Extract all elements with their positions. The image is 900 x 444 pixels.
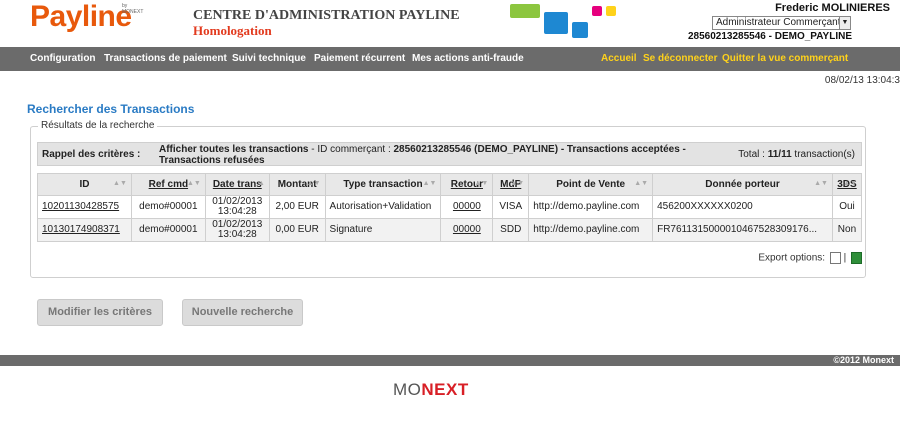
- modify-criteria-button[interactable]: Modifier les critères: [37, 299, 163, 326]
- nav-item-paiement-recurrent[interactable]: Paiement récurrent: [314, 53, 405, 64]
- cell-date-trans: 01/02/2013 13:04:28: [204, 195, 270, 219]
- role-select[interactable]: Administrateur Commerçant ▼: [712, 16, 851, 30]
- export-excel-icon[interactable]: [851, 252, 862, 264]
- col-date-trans[interactable]: Date trans ▲: [204, 173, 270, 196]
- nav-item-anti-fraude[interactable]: Mes actions anti-fraude: [412, 53, 524, 64]
- logo-sup: by MONEXT: [122, 3, 144, 15]
- cell-ref-cmd: demo#00001: [130, 195, 206, 219]
- criteria-label: Rappel des critères :: [42, 149, 141, 160]
- export-csv-icon[interactable]: [829, 252, 841, 264]
- col-retour[interactable]: Retour ▲▼: [440, 173, 494, 196]
- transaction-id-link[interactable]: 10130174908371: [37, 218, 132, 242]
- cell-3ds: Non: [831, 218, 863, 242]
- results-total: Total : 11/11 transaction(s): [738, 149, 855, 160]
- return-code-link[interactable]: 00000: [440, 218, 494, 242]
- role-select-value: Administrateur Commerçant: [716, 17, 841, 28]
- page-title: Rechercher des Transactions: [27, 102, 195, 116]
- results-legend: Résultats de la recherche: [38, 120, 158, 131]
- cell-date-trans: 01/02/2013 13:04:28: [204, 218, 270, 242]
- return-code-link[interactable]: 00000: [440, 195, 494, 219]
- sort-icon: ▲▼: [510, 180, 525, 187]
- table-row: 10201130428575 demo#00001 01/02/2013 13:…: [37, 195, 863, 219]
- nav-item-accueil[interactable]: Accueil: [601, 53, 637, 64]
- nav-item-quitter-vue[interactable]: Quitter la vue commerçant: [722, 53, 848, 64]
- monext-logo: MONEXT: [393, 380, 469, 399]
- cell-mdp: VISA: [492, 195, 530, 219]
- header: Payline by MONEXT CENTRE D'ADMINISTRATION…: [0, 0, 900, 46]
- transaction-id-link[interactable]: 10201130428575: [37, 195, 132, 219]
- cell-type-transaction: Signature: [324, 218, 442, 242]
- transactions-table: ID ▲▼ Ref cmd ▲▼ Date trans ▲ Montant ▲▼ Typ…: [37, 173, 863, 242]
- criteria-text: Afficher toutes les transactions - ID co…: [159, 144, 686, 166]
- cell-ref-cmd: demo#00001: [130, 218, 206, 242]
- copyright: ©2012 Monext: [833, 355, 894, 365]
- sort-asc-icon: ▲: [257, 180, 265, 187]
- datetime: 08/02/13 13:04:3: [824, 75, 900, 86]
- sort-icon: ▲▼: [474, 180, 489, 187]
- main-nav: Configuration Transactions de paiement S…: [0, 47, 900, 71]
- col-type-transaction[interactable]: Type transaction ▲▼: [324, 173, 442, 196]
- cell-mdp: SDD: [492, 218, 530, 242]
- sort-icon: ▲▼: [843, 180, 857, 187]
- export-options: Export options: |: [758, 252, 862, 264]
- chevron-down-icon[interactable]: ▼: [839, 17, 850, 29]
- criteria-summary: Rappel des critères : Afficher toutes le…: [37, 142, 862, 166]
- col-donnee-porteur[interactable]: Donnée porteur ▲▼: [652, 173, 833, 196]
- footer-bar: ©2012 Monext: [0, 355, 900, 366]
- nav-item-deconnecter[interactable]: Se déconnecter: [643, 53, 717, 64]
- merchant-id: 28560213285546 - DEMO_PAYLINE: [688, 31, 852, 42]
- cell-donnee-porteur: FR7611315000010467528309176...: [652, 218, 833, 242]
- col-montant[interactable]: Montant ▲▼: [268, 173, 326, 196]
- table-header-row: ID ▲▼ Ref cmd ▲▼ Date trans ▲ Montant ▲▼ Typ…: [37, 173, 863, 196]
- nav-item-suivi-technique[interactable]: Suivi technique: [232, 53, 306, 64]
- new-search-button[interactable]: Nouvelle recherche: [182, 299, 303, 326]
- cell-3ds: Oui: [831, 195, 863, 219]
- app-title: CENTRE D'ADMINISTRATION PAYLINE: [193, 8, 460, 23]
- table-row: 10130174908371 demo#00001 01/02/2013 13:…: [37, 218, 863, 242]
- sort-icon: ▲▼: [814, 180, 828, 187]
- cell-donnee-porteur: 456200XXXXXX0200: [652, 195, 833, 219]
- col-point-de-vente[interactable]: Point de Vente ▲▼: [528, 173, 654, 196]
- export-label: Export options:: [758, 252, 826, 264]
- nav-item-configuration[interactable]: Configuration: [30, 53, 96, 64]
- payline-logo[interactable]: Payline by MONEXT: [30, 0, 143, 34]
- environment-label: Homologation: [193, 23, 272, 38]
- col-id[interactable]: ID ▲▼: [37, 173, 132, 196]
- sort-icon: ▲▼: [634, 180, 649, 187]
- col-3ds[interactable]: 3DS ▲▼: [831, 173, 863, 196]
- user-name: Frederic MOLINIERES: [775, 2, 890, 14]
- sort-icon: ▲▼: [186, 180, 201, 187]
- cell-montant: 2,00 EUR: [268, 195, 326, 219]
- col-ref-cmd[interactable]: Ref cmd ▲▼: [130, 173, 206, 196]
- decorative-blocks: [510, 4, 640, 40]
- cell-montant: 0,00 EUR: [268, 218, 326, 242]
- sort-icon: ▲▼: [113, 180, 127, 187]
- cell-type-transaction: Autorisation+Validation: [324, 195, 442, 219]
- sort-icon: ▲▼: [422, 180, 437, 187]
- sort-icon: ▲▼: [306, 180, 321, 187]
- cell-point-de-vente: http://demo.payline.com: [528, 218, 654, 242]
- col-mdp[interactable]: MdP ▲▼: [492, 173, 530, 196]
- nav-item-transactions[interactable]: Transactions de paiement: [104, 53, 227, 64]
- cell-point-de-vente: http://demo.payline.com: [528, 195, 654, 219]
